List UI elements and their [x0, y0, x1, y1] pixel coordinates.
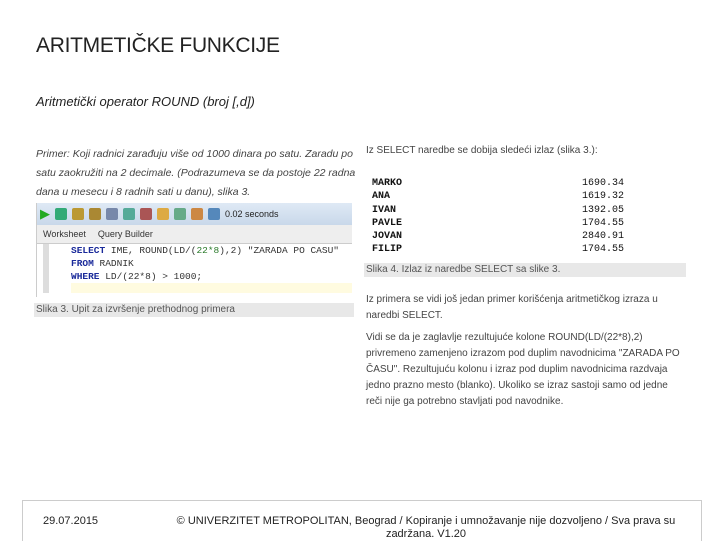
- result-row: MARKO 1690.34: [372, 177, 624, 190]
- caption-figure-3: Slika 3. Upit za izvršenje prethodnog pr…: [34, 303, 354, 317]
- result-value: 1704.55: [581, 217, 624, 229]
- sql-code: SELECT IME, ROUND(LD/(22*8),2) "ZARADA P…: [43, 244, 352, 293]
- code-text: RADNIK: [93, 258, 134, 269]
- tab-worksheet[interactable]: Worksheet: [37, 229, 92, 239]
- result-row: ANA 1619.32: [372, 190, 624, 203]
- result-value: 1392.05: [581, 204, 624, 216]
- query-results: MARKO 1690.34 ANA 1619.32 IVAN 1392.05 PAVL…: [372, 177, 624, 257]
- paragraph-1: Iz primera se vidi još jedan primer kori…: [366, 294, 658, 321]
- code-num: 22*8: [196, 245, 220, 256]
- result-value: 2840.91: [581, 231, 624, 243]
- result-name: JOVAN: [372, 231, 403, 243]
- autotrace-icon: [123, 208, 135, 220]
- paragraph-2: Vidi se da je zaglavlje rezultujuće kolo…: [366, 332, 680, 407]
- output-intro: Iz SELECT naredbe se dobija sledeći izla…: [366, 145, 598, 156]
- slide-subtitle: Aritmetički operator ROUND (broj [,d]): [36, 94, 255, 109]
- footer-copyright: © UNIVERZITET METROPOLITAN, Beograd / Ko…: [176, 515, 676, 540]
- code-text: LD/(22*8) > 1000;: [99, 271, 203, 282]
- code-text: IME, ROUND(LD/(: [105, 245, 197, 256]
- format-icon: [174, 208, 186, 220]
- result-row: FILIP 1704.55: [372, 243, 624, 256]
- result-name: MARKO: [372, 178, 403, 189]
- result-value: 1619.32: [581, 191, 624, 203]
- kw: WHERE: [71, 271, 100, 282]
- sql-history-icon: [157, 208, 169, 220]
- kw: FROM: [71, 258, 94, 269]
- result-row: PAVLE 1704.55: [372, 217, 624, 230]
- result-name: IVAN: [372, 204, 397, 216]
- tab-query-builder[interactable]: Query Builder: [92, 229, 159, 239]
- result-name: PAVLE: [372, 217, 403, 229]
- result-name: FILIP: [372, 244, 403, 256]
- code-text: ),2) "ZARADA PO CASU": [219, 245, 339, 256]
- result-value: 1690.34: [581, 178, 624, 189]
- editor-tabs: Worksheet Query Builder: [37, 225, 352, 244]
- run-icon: ▶: [40, 206, 50, 221]
- sql-developer-screenshot: ▶ 0.02 seconds Worksheet Query Builder S…: [36, 203, 352, 297]
- result-name: ANA: [372, 191, 391, 203]
- result-row: IVAN 1392.05: [372, 204, 624, 217]
- footer-date: 29.07.2015: [43, 515, 99, 527]
- commit-icon: [72, 208, 84, 220]
- explain-icon: [106, 208, 118, 220]
- kw: SELECT: [71, 245, 106, 256]
- slide-title: ARITMETIČKE FUNKCIJE: [36, 34, 280, 57]
- caption-figure-4: Slika 4. Izlaz iz naredbe SELECT sa slik…: [364, 263, 686, 277]
- calendar-icon: [208, 208, 220, 220]
- result-row: JOVAN 2840.91: [372, 230, 624, 243]
- clear-icon: [140, 208, 152, 220]
- result-value: 1704.55: [581, 244, 624, 256]
- rollback-icon: [89, 208, 101, 220]
- eraser-icon: [191, 208, 203, 220]
- timing-label: 0.02 seconds: [225, 209, 279, 219]
- footer: 29.07.2015 © UNIVERZITET METROPOLITAN, B…: [22, 500, 702, 541]
- example-text: Primer: Koji radnici zarađuju više od 10…: [36, 148, 356, 198]
- toolbar: ▶ 0.02 seconds: [37, 203, 352, 225]
- run-script-icon: [55, 208, 67, 220]
